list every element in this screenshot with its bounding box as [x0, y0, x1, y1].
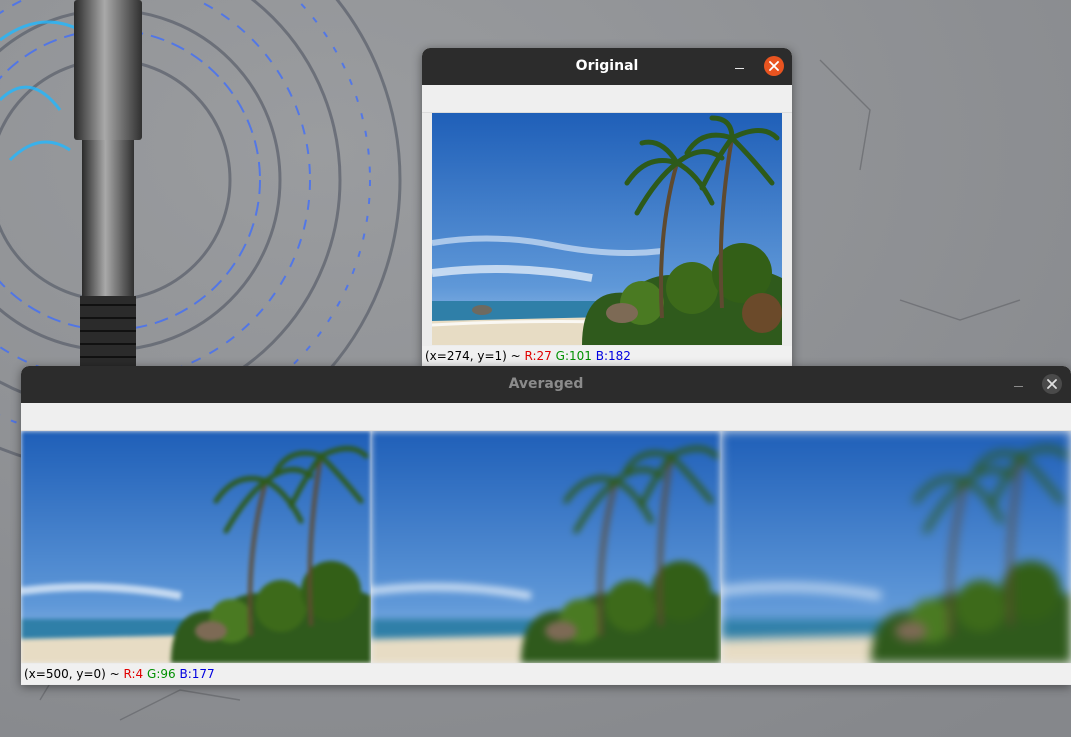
- red-value: R:4: [123, 667, 144, 681]
- blue-value: B:182: [595, 349, 631, 363]
- window-title: Averaged: [508, 376, 584, 392]
- cursor-coords: (x=500, y=0) ~: [24, 667, 124, 681]
- minimize-icon[interactable]: [730, 56, 750, 76]
- window-averaged[interactable]: Averaged (x=500, y=0) ~ R:4 G:96 B:177: [21, 366, 1071, 685]
- green-value: G:101: [555, 349, 592, 363]
- red-value: R:27: [524, 349, 552, 363]
- original-image[interactable]: [432, 113, 782, 345]
- averaged-image-medium[interactable]: [371, 431, 721, 663]
- titlebar-averaged[interactable]: Averaged: [21, 366, 1071, 403]
- toolbar-strip: [21, 403, 1071, 431]
- green-value: G:96: [147, 667, 176, 681]
- cursor-coords: (x=274, y=1) ~: [425, 349, 525, 363]
- minimize-icon[interactable]: [1009, 374, 1029, 394]
- close-icon[interactable]: [764, 56, 784, 76]
- toolbar-strip: [422, 85, 792, 113]
- averaged-image-low[interactable]: [21, 431, 371, 663]
- status-bar: (x=500, y=0) ~ R:4 G:96 B:177: [21, 664, 1071, 684]
- titlebar-original[interactable]: Original: [422, 48, 792, 85]
- window-original[interactable]: Original (x=274, y=1) ~ R:27 G:101 B:182: [422, 48, 792, 366]
- close-icon[interactable]: [1042, 374, 1062, 394]
- blue-value: B:177: [179, 667, 215, 681]
- status-bar: (x=274, y=1) ~ R:27 G:101 B:182: [422, 346, 792, 366]
- averaged-image-high[interactable]: [721, 431, 1071, 663]
